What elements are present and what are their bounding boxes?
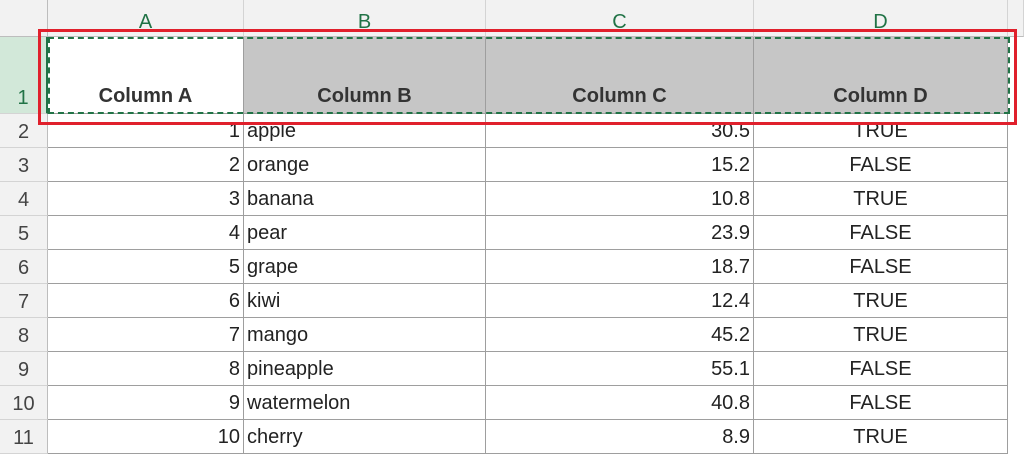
- column-header-c[interactable]: C: [486, 0, 754, 37]
- cell-b9[interactable]: pineapple: [244, 352, 486, 386]
- cell-c2[interactable]: 30.5: [486, 114, 754, 148]
- row-header-3[interactable]: 3: [0, 148, 48, 182]
- header-cell-c[interactable]: Column C: [486, 37, 754, 114]
- select-all-corner[interactable]: [0, 0, 48, 37]
- cell-b10[interactable]: watermelon: [244, 386, 486, 420]
- cell-a6[interactable]: 5: [48, 250, 244, 284]
- row-header-9[interactable]: 9: [0, 352, 48, 386]
- row-header-1[interactable]: 1: [0, 37, 48, 114]
- grid-edge: [1008, 37, 1024, 461]
- cell-d10[interactable]: FALSE: [754, 386, 1008, 420]
- cell-c5[interactable]: 23.9: [486, 216, 754, 250]
- cell-b4[interactable]: banana: [244, 182, 486, 216]
- cell-b6[interactable]: grape: [244, 250, 486, 284]
- cell-d6[interactable]: FALSE: [754, 250, 1008, 284]
- column-header-overflow[interactable]: [1008, 0, 1024, 37]
- row-header-8[interactable]: 8: [0, 318, 48, 352]
- cell-a11[interactable]: 10: [48, 420, 244, 454]
- cell-d4[interactable]: TRUE: [754, 182, 1008, 216]
- header-cell-b[interactable]: Column B: [244, 37, 486, 114]
- row-header-2[interactable]: 2: [0, 114, 48, 148]
- cell-d5[interactable]: FALSE: [754, 216, 1008, 250]
- cell-c7[interactable]: 12.4: [486, 284, 754, 318]
- cell-a9[interactable]: 8: [48, 352, 244, 386]
- cell-a10[interactable]: 9: [48, 386, 244, 420]
- cell-b2[interactable]: apple: [244, 114, 486, 148]
- cell-a8[interactable]: 7: [48, 318, 244, 352]
- cell-c10[interactable]: 40.8: [486, 386, 754, 420]
- cell-c6[interactable]: 18.7: [486, 250, 754, 284]
- header-cell-d[interactable]: Column D: [754, 37, 1008, 114]
- cell-b11[interactable]: cherry: [244, 420, 486, 454]
- cell-b3[interactable]: orange: [244, 148, 486, 182]
- column-header-a[interactable]: A: [48, 0, 244, 37]
- cell-d2[interactable]: TRUE: [754, 114, 1008, 148]
- cell-d8[interactable]: TRUE: [754, 318, 1008, 352]
- cell-d9[interactable]: FALSE: [754, 352, 1008, 386]
- row-header-11[interactable]: 11: [0, 420, 48, 454]
- cell-b8[interactable]: mango: [244, 318, 486, 352]
- cell-c9[interactable]: 55.1: [486, 352, 754, 386]
- cell-a2[interactable]: 1: [48, 114, 244, 148]
- row-header-4[interactable]: 4: [0, 182, 48, 216]
- cell-c4[interactable]: 10.8: [486, 182, 754, 216]
- cell-a4[interactable]: 3: [48, 182, 244, 216]
- header-cell-a[interactable]: Column A: [48, 37, 244, 114]
- column-header-b[interactable]: B: [244, 0, 486, 37]
- cell-a3[interactable]: 2: [48, 148, 244, 182]
- cell-d3[interactable]: FALSE: [754, 148, 1008, 182]
- cell-c3[interactable]: 15.2: [486, 148, 754, 182]
- cell-c11[interactable]: 8.9: [486, 420, 754, 454]
- cell-d11[interactable]: TRUE: [754, 420, 1008, 454]
- row-header-7[interactable]: 7: [0, 284, 48, 318]
- row-header-6[interactable]: 6: [0, 250, 48, 284]
- row-header-5[interactable]: 5: [0, 216, 48, 250]
- column-header-d[interactable]: D: [754, 0, 1008, 37]
- cell-c8[interactable]: 45.2: [486, 318, 754, 352]
- cell-b5[interactable]: pear: [244, 216, 486, 250]
- row-header-10[interactable]: 10: [0, 386, 48, 420]
- cell-a7[interactable]: 6: [48, 284, 244, 318]
- cell-a5[interactable]: 4: [48, 216, 244, 250]
- cell-d7[interactable]: TRUE: [754, 284, 1008, 318]
- cell-b7[interactable]: kiwi: [244, 284, 486, 318]
